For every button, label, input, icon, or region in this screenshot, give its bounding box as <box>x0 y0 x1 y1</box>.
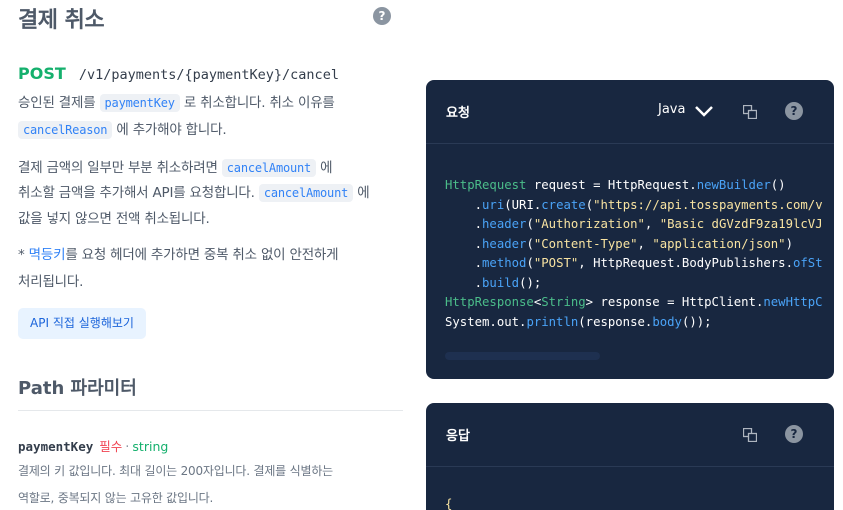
divider <box>18 410 403 411</box>
description-text: * <box>18 247 29 263</box>
param-header: paymentKey 필수 · string <box>18 436 168 455</box>
horizontal-scrollbar[interactable] <box>445 352 600 360</box>
response-panel: 응답 ? { <box>426 403 834 510</box>
idempotency-key-link[interactable]: 멱등키 <box>29 247 66 263</box>
api-try-button[interactable]: API 직접 실행해보기 <box>18 308 146 339</box>
description-line: cancelReason 에 추가해야 합니다. <box>18 117 227 144</box>
code-block: HttpRequest request = HttpRequest.newBui… <box>445 178 823 329</box>
param-description: 결제의 키 값입니다. 최대 길이는 200자입니다. 결제를 식별하는 <box>18 464 333 478</box>
endpoint-path: /v1/payments/{paymentKey}/cancel <box>78 67 339 83</box>
description-line: 값을 넣지 않으면 전액 취소됩니다. <box>18 211 210 227</box>
description-line: 결제 금액의 일부만 부분 취소하려면 cancelAmount 에 <box>18 155 333 182</box>
description-text: 에 <box>316 160 333 176</box>
response-panel-header: 응답 ? <box>426 403 834 467</box>
help-icon[interactable]: ? <box>785 102 803 120</box>
language-select[interactable]: Java <box>658 102 685 117</box>
inline-code: cancelAmount <box>258 184 354 202</box>
inline-code: cancelAmount <box>221 159 317 177</box>
description-line: 처리됩니다. <box>18 274 84 290</box>
separator: · <box>125 440 130 455</box>
copy-icon[interactable] <box>743 428 757 442</box>
page-title: 결제 취소 <box>18 8 105 33</box>
request-panel: 요청 Java ? HttpRequest request = HttpRequ… <box>426 80 834 379</box>
description-line: * 멱등키를 요청 헤더에 추가하면 중복 취소 없이 안전하게 <box>18 242 339 269</box>
response-code-block: { <box>445 497 453 510</box>
copy-icon[interactable] <box>743 105 757 119</box>
help-icon[interactable]: ? <box>785 425 803 443</box>
response-panel-title: 응답 <box>446 429 470 444</box>
description-line: 승인된 결제를 paymentKey 로 취소합니다. 취소 이유를 <box>18 90 335 117</box>
description-text: 취소할 금액을 추가해서 API를 요청합니다. <box>18 185 259 201</box>
description-text: 를 요청 헤더에 추가하면 중복 취소 없이 안전하게 <box>65 247 339 263</box>
path-params-title: Path 파라미터 <box>18 378 137 399</box>
description-text: 결제 금액의 일부만 부분 취소하려면 <box>18 160 222 176</box>
http-method: POST <box>18 64 66 83</box>
description-text: 승인된 결제를 <box>18 95 100 111</box>
request-panel-header: 요청 Java ? <box>426 80 834 144</box>
required-badge: 필수 <box>99 439 123 454</box>
param-name: paymentKey <box>18 439 94 454</box>
description-line: 취소할 금액을 추가해서 API를 요청합니다. cancelAmount 에 <box>18 180 370 207</box>
endpoint: POST /v1/payments/{paymentKey}/cancel <box>18 64 339 83</box>
inline-code: cancelReason <box>18 121 113 139</box>
param-type: string <box>132 439 169 454</box>
inline-code: paymentKey <box>99 94 180 112</box>
request-panel-title: 요청 <box>446 106 470 121</box>
chevron-down-icon[interactable] <box>694 104 714 118</box>
description-text: 에 <box>353 185 370 201</box>
param-description: 역할로, 중복되지 않는 고유한 값입니다. <box>18 491 214 505</box>
help-icon[interactable]: ? <box>373 7 391 25</box>
description-text: 에 추가해야 합니다. <box>112 122 227 138</box>
description-text: 로 취소합니다. 취소 이유를 <box>179 95 335 111</box>
